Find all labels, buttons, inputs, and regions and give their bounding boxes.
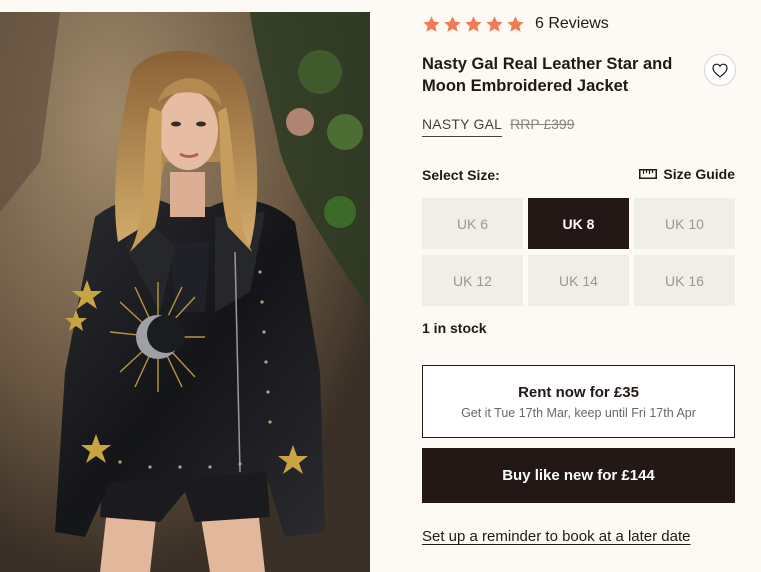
rating-row[interactable]: 6 Reviews [422,13,609,35]
star-icon [486,15,503,32]
product-details-panel: 6 Reviews Nasty Gal Real Leather Star an… [422,0,737,572]
buy-button[interactable]: Buy like new for £144 [422,448,735,503]
brand-link[interactable]: NASTY GAL [422,116,503,137]
rent-price-label: Rent now for £35 [518,383,639,401]
rrp-price: RRP £399 [510,116,575,132]
product-image[interactable] [0,12,370,572]
size-guide-label: Size Guide [663,166,735,182]
brand-price-row: NASTY GAL RRP £399 [422,116,574,137]
size-option-uk-14[interactable]: UK 14 [528,255,629,306]
size-option-uk-12[interactable]: UK 12 [422,255,523,306]
product-title: Nasty Gal Real Leather Star and Moon Emb… [422,55,673,95]
booking-reminder-link[interactable]: Set up a reminder to book at a later dat… [422,528,691,545]
star-icon [444,15,461,32]
heart-icon [712,63,728,78]
stock-status: 1 in stock [422,320,487,336]
star-icon [423,15,440,32]
size-option-uk-10[interactable]: UK 10 [634,198,735,249]
star-rating [422,15,525,34]
reviews-link[interactable]: 6 Reviews [535,15,609,33]
ruler-icon [639,169,658,179]
wishlist-button[interactable] [704,54,736,86]
size-option-uk-16[interactable]: UK 16 [634,255,735,306]
star-icon [465,15,482,32]
size-guide-link[interactable]: Size Guide [639,166,735,182]
rent-now-button[interactable]: Rent now for £35 Get it Tue 17th Mar, ke… [422,365,735,438]
size-option-uk-8[interactable]: UK 8 [528,198,629,249]
rent-dates-label: Get it Tue 17th Mar, keep until Fri 17th… [461,405,696,420]
size-option-uk-6[interactable]: UK 6 [422,198,523,249]
select-size-label: Select Size: [422,167,500,183]
size-options: UK 6 UK 8 UK 10 UK 12 UK 14 UK 16 [422,198,735,306]
star-icon [507,15,524,32]
